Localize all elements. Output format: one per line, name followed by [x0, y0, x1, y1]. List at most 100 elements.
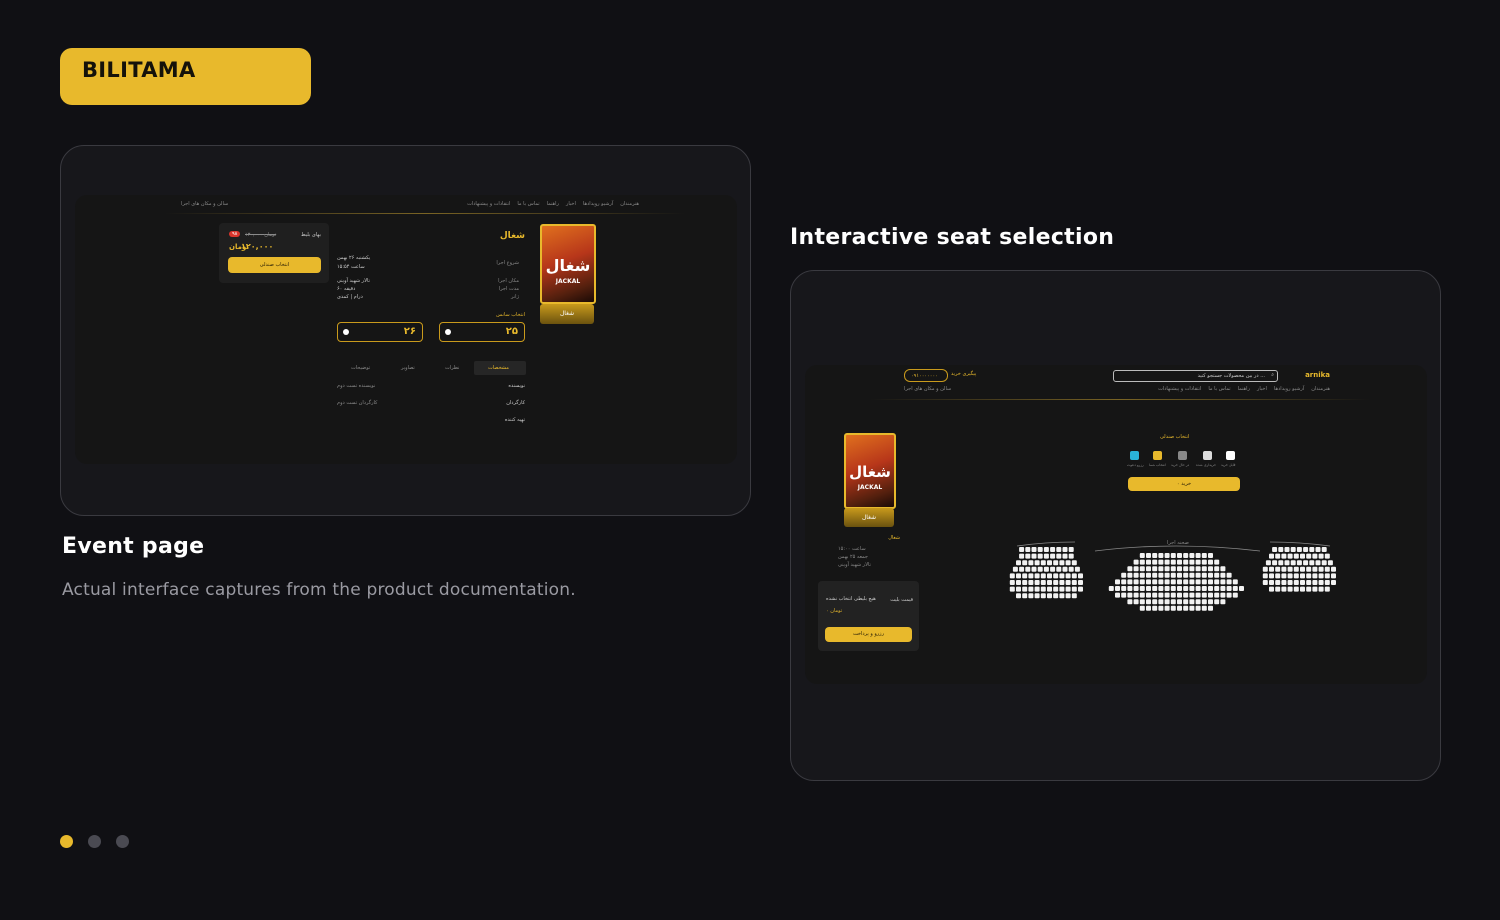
seat[interactable]	[1047, 586, 1052, 592]
seat[interactable]	[1071, 593, 1077, 599]
seat[interactable]	[1164, 599, 1170, 605]
seat[interactable]	[1152, 592, 1158, 598]
seat[interactable]	[1327, 560, 1333, 566]
seat[interactable]	[1287, 566, 1293, 572]
seat[interactable]	[1065, 580, 1071, 585]
seat[interactable]	[1050, 547, 1056, 552]
seat[interactable]	[1275, 586, 1281, 592]
seat[interactable]	[1146, 592, 1151, 598]
poster-name-button[interactable]: شغال	[540, 304, 594, 324]
seat[interactable]	[1321, 560, 1327, 566]
seat[interactable]	[1300, 573, 1305, 579]
seat[interactable]	[1300, 586, 1305, 592]
seat[interactable]	[1025, 566, 1031, 572]
seat[interactable]	[1214, 579, 1220, 585]
seat[interactable]	[1139, 566, 1145, 572]
seat[interactable]	[1127, 566, 1133, 572]
seat[interactable]	[1019, 566, 1025, 572]
seat[interactable]	[1053, 593, 1059, 599]
seat[interactable]	[1177, 566, 1182, 572]
seat[interactable]	[1028, 573, 1034, 579]
seat[interactable]	[1309, 547, 1315, 552]
seat[interactable]	[1275, 566, 1281, 572]
seat[interactable]	[1053, 580, 1059, 585]
seat[interactable]	[1183, 592, 1189, 598]
seat[interactable]	[1170, 559, 1176, 565]
seat[interactable]	[1078, 573, 1083, 579]
seat[interactable]	[1331, 573, 1336, 579]
seat[interactable]	[1158, 599, 1164, 605]
seat[interactable]	[1152, 579, 1158, 585]
seat[interactable]	[1281, 566, 1287, 572]
seat[interactable]	[1189, 566, 1195, 572]
seat[interactable]	[1065, 593, 1071, 599]
seat[interactable]	[1183, 599, 1189, 605]
seat[interactable]	[1040, 586, 1046, 592]
seat[interactable]	[1158, 559, 1164, 565]
seat[interactable]	[1146, 559, 1151, 565]
seat[interactable]	[1158, 553, 1164, 558]
seat[interactable]	[1232, 579, 1238, 585]
seat[interactable]	[1232, 586, 1238, 591]
seat[interactable]	[1164, 605, 1170, 611]
seat[interactable]	[1269, 553, 1274, 559]
seat[interactable]	[1318, 573, 1324, 579]
seat[interactable]	[1127, 599, 1133, 605]
seat[interactable]	[1177, 572, 1182, 578]
seat[interactable]	[1022, 573, 1028, 579]
seat[interactable]	[1078, 586, 1083, 592]
poster-name-button[interactable]: شغال	[844, 508, 894, 527]
seat[interactable]	[1050, 566, 1056, 572]
seat[interactable]	[1201, 566, 1207, 572]
seat[interactable]	[1177, 592, 1182, 598]
tab-specs[interactable]: مشخصات	[474, 361, 526, 375]
seat[interactable]	[1047, 580, 1052, 585]
seat[interactable]	[1158, 592, 1164, 598]
seat[interactable]	[1016, 580, 1021, 585]
seat[interactable]	[1056, 566, 1062, 572]
seat[interactable]	[1269, 586, 1274, 592]
seat-map[interactable]	[1005, 541, 1345, 621]
seat[interactable]	[1037, 553, 1043, 559]
seat[interactable]	[1201, 572, 1207, 578]
session-option[interactable]: ۲۶	[337, 322, 423, 342]
seat[interactable]	[1303, 560, 1309, 566]
seat[interactable]	[1019, 547, 1025, 552]
seat[interactable]	[1022, 560, 1028, 566]
seat[interactable]	[1170, 592, 1176, 598]
seat[interactable]	[1214, 592, 1220, 598]
seat[interactable]	[1262, 566, 1268, 572]
seat[interactable]	[1133, 586, 1139, 591]
seat[interactable]	[1201, 592, 1207, 598]
seat[interactable]	[1152, 605, 1158, 611]
seat[interactable]	[1189, 559, 1195, 565]
seat[interactable]	[1078, 580, 1083, 585]
seat[interactable]	[1152, 566, 1158, 572]
seat[interactable]	[1071, 586, 1077, 592]
seat[interactable]	[1208, 579, 1213, 585]
seat[interactable]	[1022, 593, 1028, 599]
seat[interactable]	[1170, 579, 1176, 585]
seat[interactable]	[1269, 580, 1274, 585]
seat[interactable]	[1272, 547, 1278, 552]
seat[interactable]	[1201, 553, 1207, 558]
search-input[interactable]: در بین محصولات جستجو کنید ... ⌕	[1113, 370, 1278, 382]
seat[interactable]	[1040, 573, 1046, 579]
seat[interactable]	[1034, 593, 1040, 599]
seat[interactable]	[1158, 572, 1164, 578]
seat[interactable]	[1059, 593, 1065, 599]
seat[interactable]	[1127, 579, 1133, 585]
seat[interactable]	[1164, 586, 1170, 591]
seat[interactable]	[1065, 586, 1071, 592]
seat[interactable]	[1296, 547, 1302, 552]
seat[interactable]	[1201, 579, 1207, 585]
seat[interactable]	[1220, 566, 1226, 572]
seat[interactable]	[1312, 586, 1318, 592]
seat[interactable]	[1037, 566, 1043, 572]
seat[interactable]	[1281, 553, 1287, 559]
seat[interactable]	[1139, 605, 1145, 611]
seat[interactable]	[1071, 580, 1077, 585]
select-seat-button[interactable]: انتخاب صندلی	[228, 257, 321, 273]
seat[interactable]	[1300, 566, 1305, 572]
seat[interactable]	[1275, 580, 1281, 585]
